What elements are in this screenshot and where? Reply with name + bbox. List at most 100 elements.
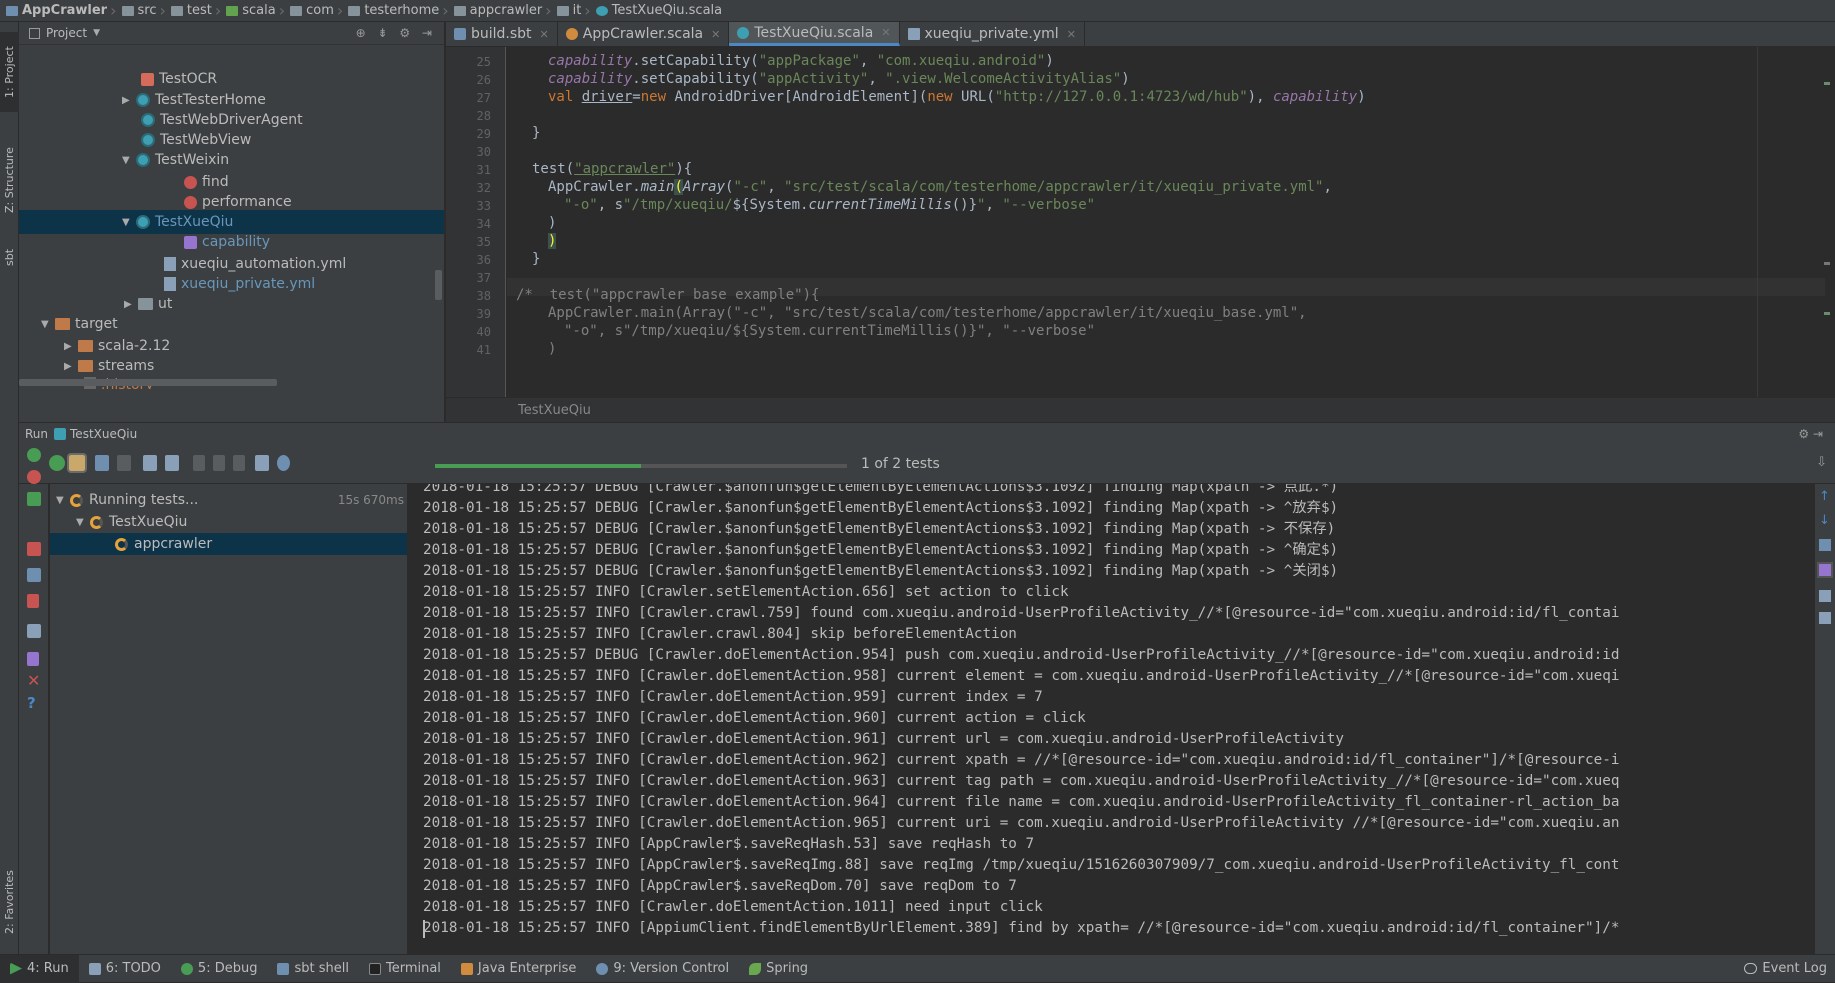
expand-arrow-icon[interactable]: ▶ — [64, 361, 78, 372]
test-node-running[interactable]: ▼ Running tests... 15s 670ms — [56, 489, 406, 511]
crumb-file[interactable]: TestXueQiu.scala — [594, 0, 722, 21]
code-line-27[interactable]: val driver=new AndroidDriver[AndroidElem… — [548, 89, 1366, 105]
event-log-button[interactable]: Event Log — [1744, 961, 1827, 976]
sort-alpha-icon[interactable] — [95, 455, 109, 471]
soft-wrap-icon[interactable] — [1819, 539, 1831, 551]
rerun-failed-icon[interactable] — [27, 470, 41, 484]
tree-item-testweixin[interactable]: ▼ TestWeixin — [122, 148, 229, 172]
crumb-scala[interactable]: scala › — [224, 0, 288, 21]
project-scrollbar-v[interactable] — [435, 270, 442, 300]
tool-tab-spring[interactable]: Spring — [739, 955, 818, 983]
arrow-down-icon[interactable]: ↓ — [1819, 514, 1831, 527]
code-line-41[interactable]: ) — [548, 341, 556, 355]
sort-duration-icon[interactable] — [117, 455, 131, 471]
tree-item-streams[interactable]: ▶ streams — [64, 354, 154, 378]
crumb-test[interactable]: test › — [169, 0, 224, 21]
error-stripe[interactable] — [1824, 62, 1832, 362]
tool-tab-run[interactable]: 4: Run — [0, 954, 79, 983]
collapse-arrow-icon[interactable]: ▼ — [56, 495, 70, 506]
code-line-32[interactable]: AppCrawler.main(Array("-c", "src/test/sc… — [548, 179, 1332, 195]
editor-breadcrumb[interactable]: TestXueQiu — [446, 397, 1835, 422]
code-line-26[interactable]: capability.setCapability("appActivity", … — [548, 71, 1130, 87]
close-icon[interactable]: ✕ — [27, 673, 41, 689]
tree-item-capability[interactable]: capability — [184, 230, 270, 254]
tab-testxueqiu-scala[interactable]: TestXueQiu.scala ✕ — [729, 22, 900, 46]
collapse-arrow-icon[interactable]: ▼ — [41, 319, 55, 330]
tree-item-xueqiu-private-yml[interactable]: xueqiu_private.yml — [164, 272, 315, 296]
dropdown-icon[interactable]: ▼ — [93, 28, 100, 38]
export-icon[interactable] — [233, 455, 245, 471]
collapse-arrow-icon[interactable]: ▼ — [76, 517, 90, 528]
expand-arrow-icon[interactable]: ▶ — [64, 341, 78, 352]
collapse-arrow-icon[interactable]: ▼ — [122, 217, 136, 228]
expand-arrow-icon[interactable]: ▶ — [124, 299, 138, 310]
print-icon[interactable] — [1819, 590, 1831, 602]
tree-item-ut[interactable]: ▶ ut — [124, 292, 172, 316]
code-line-31[interactable]: test("appcrawler"){ — [532, 161, 692, 177]
tab-build-sbt[interactable]: build.sbt ✕ — [446, 22, 558, 46]
project-panel-tools[interactable]: ⊕ ⇟ ⚙ ⇥ — [356, 26, 436, 40]
pin-icon[interactable] — [27, 652, 39, 666]
collapse-arrow-icon[interactable]: ▼ — [122, 155, 136, 166]
expand-arrow-icon[interactable]: ▶ — [122, 95, 136, 106]
close-icon[interactable]: ✕ — [540, 28, 549, 41]
code-line-25[interactable]: capability.setCapability("appPackage", "… — [548, 53, 1054, 69]
import-icon[interactable] — [255, 455, 269, 471]
settings-icon[interactable] — [277, 455, 290, 471]
project-scrollbar-h[interactable] — [19, 379, 277, 386]
arrow-up-icon[interactable]: ↑ — [1819, 490, 1831, 503]
tab-appcrawler-scala[interactable]: AppCrawler.scala ✕ — [558, 22, 730, 46]
code-line-33[interactable]: "-o", s"/tmp/xueqiu/${System.currentTime… — [564, 197, 1095, 213]
crumb-com[interactable]: com › — [288, 0, 346, 21]
close-icon[interactable]: ✕ — [711, 28, 720, 41]
code-line-36[interactable]: } — [532, 251, 540, 267]
dump-threads-icon[interactable] — [27, 568, 41, 582]
expand-all-icon[interactable] — [143, 455, 157, 471]
tool-tab-sbt-shell[interactable]: sbt shell — [267, 955, 359, 983]
crumb-src[interactable]: src › — [120, 0, 169, 21]
close-icon[interactable]: ✕ — [881, 26, 890, 39]
gear-icon[interactable]: ⚙ ⇥ — [1798, 427, 1823, 441]
project-view-selector[interactable]: Project — [46, 26, 87, 40]
tree-item-target[interactable]: ▼ target — [41, 312, 118, 336]
tab-favorites[interactable]: 2: Favorites — [0, 852, 19, 952]
tool-tab-terminal[interactable]: Terminal — [359, 955, 451, 983]
crumb-appcrawler[interactable]: AppCrawler › — [4, 0, 120, 21]
crumb-testerhome[interactable]: testerhome › — [346, 0, 451, 21]
tool-tab-debug[interactable]: 5: Debug — [171, 955, 268, 983]
clear-icon[interactable] — [1819, 612, 1831, 624]
tab-structure[interactable]: Z: Structure — [0, 130, 19, 230]
tool-tab-java-enterprise[interactable]: Java Enterprise — [451, 955, 586, 983]
tab-sbt[interactable]: sbt — [0, 232, 19, 282]
crumb-it[interactable]: it › — [555, 0, 594, 21]
stop-icon[interactable] — [27, 542, 41, 556]
crumb-appcrawler-pkg[interactable]: appcrawler › — [452, 0, 555, 21]
next-failed-icon[interactable] — [213, 455, 225, 471]
code-line-35[interactable]: ) — [548, 233, 557, 249]
console-output[interactable]: 2018-01-18 15:25:57 DEBUG [Crawler.$anon… — [409, 484, 1815, 954]
test-node-testxueqiu[interactable]: ▼ TestXueQiu — [76, 511, 187, 533]
exit-icon[interactable] — [27, 594, 39, 608]
rerun-icon[interactable] — [27, 448, 41, 462]
tab-xueqiu-private-yml[interactable]: xueqiu_private.yml ✕ — [900, 22, 1085, 46]
layout-icon[interactable] — [27, 624, 41, 638]
collapse-all-icon[interactable] — [165, 455, 179, 471]
toggle-auto-test-icon[interactable] — [27, 492, 41, 506]
show-passed-icon[interactable] — [49, 455, 65, 471]
code-line-39[interactable]: AppCrawler.main(Array("-c", "src/test/sc… — [548, 305, 1307, 321]
run-config-tab[interactable]: TestXueQiu — [70, 427, 137, 441]
tool-tab-todo[interactable]: 6: TODO — [79, 955, 171, 983]
code-line-38[interactable]: /* test("appcrawler base example"){ — [516, 287, 819, 303]
help-icon[interactable]: ? — [27, 696, 41, 711]
tab-project[interactable]: 1: Project — [0, 32, 19, 112]
run-toolbar-right[interactable]: ⇩ — [1816, 455, 1827, 470]
tool-tab-version-control[interactable]: 9: Version Control — [586, 955, 739, 983]
show-ignored-icon[interactable] — [67, 453, 87, 473]
code-line-40[interactable]: "-o", s"/tmp/xueqiu/${System.currentTime… — [564, 323, 1095, 339]
code-line-34[interactable]: ) — [548, 215, 556, 231]
test-node-appcrawler[interactable]: appcrawler — [50, 533, 407, 555]
code-line-29[interactable]: } — [532, 125, 540, 141]
previous-failed-icon[interactable] — [193, 455, 205, 471]
scroll-to-end-icon[interactable] — [1817, 562, 1833, 578]
close-icon[interactable]: ✕ — [1067, 28, 1076, 41]
